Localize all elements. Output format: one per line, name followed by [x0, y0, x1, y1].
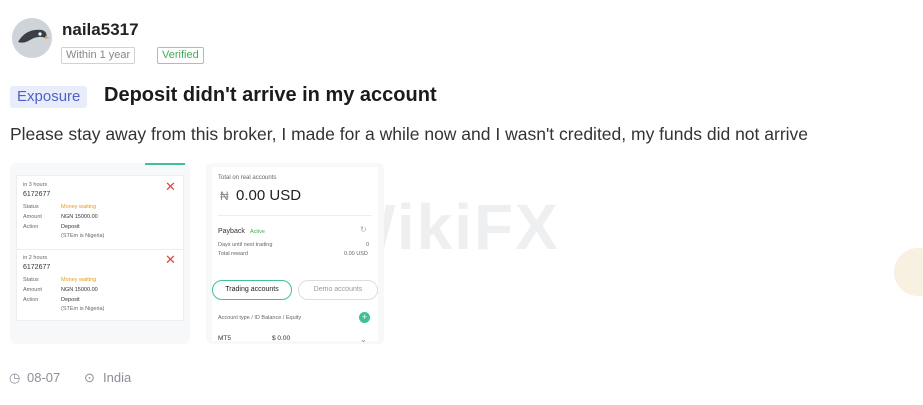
post-location: India	[103, 370, 132, 385]
reward-value: 0.00 USD	[344, 251, 368, 257]
action-note: (STEm is Nigeria)	[61, 233, 105, 239]
total-label: Total on real accounts	[218, 175, 277, 181]
txn-id: 6172677	[23, 264, 51, 271]
payback-status: Active	[250, 229, 265, 235]
transaction-card: in 2 hours 6172677 ✕ Status Money waitin…	[16, 249, 184, 321]
days-label: Days until next trading	[218, 242, 273, 248]
post-body: Please stay away from this broker, I mad…	[10, 124, 809, 144]
tenure-tag: Within 1 year	[61, 47, 136, 64]
avatar[interactable]	[12, 18, 52, 58]
post-title: Deposit didn't arrive in my account	[104, 84, 437, 106]
currency-icon: ₦	[220, 189, 229, 203]
attachment-image-2[interactable]: Total on real accounts ₦ 0.00 USD Paybac…	[206, 163, 384, 344]
clock-icon: ◷	[9, 370, 21, 385]
action-value: Deposit	[61, 224, 80, 230]
action-label: Action	[23, 297, 39, 303]
account-type: MT5	[218, 335, 231, 342]
txn-id: 6172677	[23, 191, 51, 198]
days-value: 0	[366, 242, 370, 248]
accounts-header: Account type / ID Balance / Equity	[218, 315, 302, 321]
status-value: Money waiting	[61, 277, 97, 283]
status-label: Status	[23, 204, 39, 210]
status-label: Status	[23, 277, 39, 283]
payback-label: Payback	[218, 228, 245, 235]
action-note: (STEm is Nigeria)	[61, 306, 105, 312]
amount-value: NGN 15000.00	[61, 214, 98, 220]
total-value: 0.00 USD	[236, 187, 302, 204]
verified-tag: Verified	[157, 47, 204, 64]
close-icon: ✕	[165, 179, 176, 194]
tab-demo-accounts: Demo accounts	[298, 280, 378, 300]
close-icon: ✕	[165, 252, 176, 267]
action-value: Deposit	[61, 297, 80, 303]
tab-trading-accounts: Trading accounts	[212, 280, 292, 300]
chevron-down-icon: ⌄	[360, 335, 367, 344]
amount-label: Amount	[23, 214, 42, 220]
refresh-icon: ↻	[360, 225, 367, 234]
txn-time: in 3 hours	[23, 182, 48, 188]
location-pin-icon: ⊙	[84, 370, 95, 385]
txn-time: in 2 hours	[23, 255, 48, 261]
add-account-icon: +	[359, 312, 370, 323]
account-screen: Total on real accounts ₦ 0.00 USD Paybac…	[212, 167, 378, 344]
reward-label: Total reward	[218, 251, 248, 257]
watermark-logo-icon	[890, 244, 923, 304]
amount-label: Amount	[23, 287, 42, 293]
amount-value: NGN 15000.00	[61, 287, 98, 293]
attachment-image-1[interactable]: in 3 hours 6172677 ✕ Status Money waitin…	[10, 163, 190, 344]
post-date: 08-07	[27, 370, 61, 385]
eagle-avatar-icon	[12, 18, 52, 58]
status-value: Money waiting	[61, 204, 97, 210]
action-label: Action	[23, 224, 39, 230]
transaction-card: in 3 hours 6172677 ✕ Status Money waitin…	[16, 175, 184, 251]
account-balance: $ 0.00	[272, 335, 291, 342]
exposure-badge: Exposure	[10, 86, 88, 108]
username[interactable]: naila5317	[62, 20, 139, 40]
